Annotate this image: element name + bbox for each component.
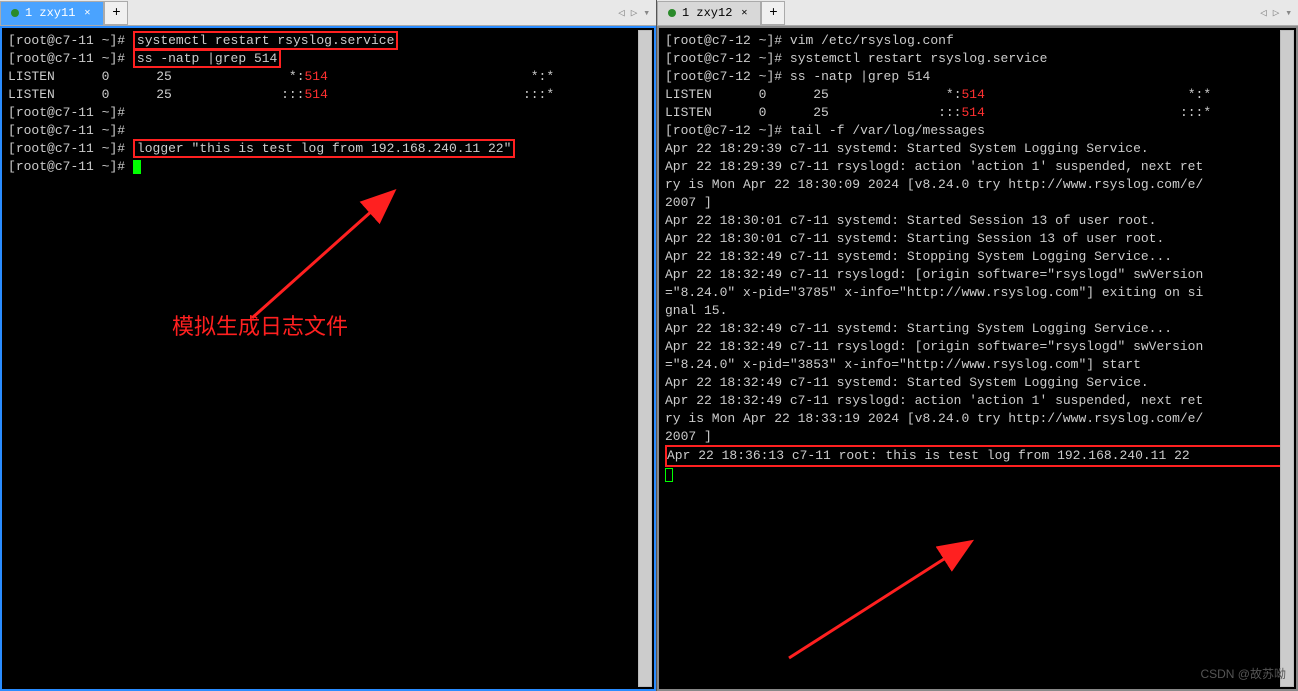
tab-status-dot-icon xyxy=(11,9,19,17)
terminal-line: [root@c7-11 ~]# xyxy=(8,158,648,176)
tab-next-icon[interactable]: ▷ xyxy=(1271,4,1282,22)
log-line: Apr 22 18:29:39 c7-11 systemd: Started S… xyxy=(665,140,1290,158)
highlight-cmd-ss: ss -natp |grep 514 xyxy=(133,49,281,68)
terminal-line: [root@c7-11 ~]# xyxy=(8,122,648,140)
log-line: ry is Mon Apr 22 18:30:09 2024 [v8.24.0 … xyxy=(665,176,1290,194)
log-line: ="8.24.0" x-pid="3853" x-info="http://ww… xyxy=(665,356,1290,374)
right-pane: 1 zxy12 ✕ + ◁ ▷ ▾ [root@c7-12 ~]# vim /e… xyxy=(657,0,1298,691)
terminal-line xyxy=(665,466,1290,484)
tab-bar-left: 1 zxy11 ✕ + ◁ ▷ ▾ xyxy=(0,0,656,26)
ss-row: LISTEN 0 25 :::514 :::* xyxy=(665,104,1290,122)
terminal-line: [root@c7-11 ~]# ss -natp |grep 514 xyxy=(8,50,648,68)
tab-close-icon[interactable]: ✕ xyxy=(738,7,750,19)
log-line: Apr 22 18:32:49 c7-11 rsyslogd: [origin … xyxy=(665,338,1290,356)
tab-nav-right: ◁ ▷ ▾ xyxy=(1258,4,1294,22)
scrollbar-vertical[interactable] xyxy=(1280,30,1294,687)
tab-menu-icon[interactable]: ▾ xyxy=(641,4,652,22)
tab-label: 1 zxy11 xyxy=(25,6,75,20)
terminal-line: [root@c7-12 ~]# ss -natp |grep 514 xyxy=(665,68,1290,86)
log-line: Apr 22 18:32:49 c7-11 rsyslogd: [origin … xyxy=(665,266,1290,284)
log-line: 2007 ] xyxy=(665,194,1290,212)
annotation-label: 模拟生成日志文件 xyxy=(172,318,348,336)
cursor-icon xyxy=(133,160,141,174)
left-pane: 1 zxy11 ✕ + ◁ ▷ ▾ [root@c7-11 ~]# system… xyxy=(0,0,657,691)
terminal-line: [root@c7-11 ~]# systemctl restart rsyslo… xyxy=(8,32,648,50)
ss-row: LISTEN 0 25 *:514 *:* xyxy=(8,68,648,86)
terminal-right[interactable]: [root@c7-12 ~]# vim /etc/rsyslog.conf [r… xyxy=(657,26,1298,691)
log-line: Apr 22 18:32:49 c7-11 systemd: Started S… xyxy=(665,374,1290,392)
arrow-icon xyxy=(232,178,412,328)
cursor-outline-icon xyxy=(665,468,673,482)
highlight-cmd-restart: systemctl restart rsyslog.service xyxy=(133,31,398,50)
log-line: gnal 15. xyxy=(665,302,1290,320)
log-line: Apr 22 18:32:49 c7-11 systemd: Stopping … xyxy=(665,248,1290,266)
terminal-line: [root@c7-11 ~]# xyxy=(8,104,648,122)
ss-row: LISTEN 0 25 *:514 *:* xyxy=(665,86,1290,104)
tab-add-button[interactable]: + xyxy=(104,1,128,25)
tab-menu-icon[interactable]: ▾ xyxy=(1283,4,1294,22)
log-line: Apr 22 18:32:49 c7-11 systemd: Starting … xyxy=(665,320,1290,338)
arrow-icon xyxy=(769,528,989,668)
scrollbar-thumb[interactable] xyxy=(639,31,651,686)
tab-zxy12[interactable]: 1 zxy12 ✕ xyxy=(657,1,761,25)
log-output: Apr 22 18:29:39 c7-11 systemd: Started S… xyxy=(665,140,1290,446)
ss-row: LISTEN 0 25 :::514 :::* xyxy=(8,86,648,104)
terminal-left[interactable]: [root@c7-11 ~]# systemctl restart rsyslo… xyxy=(0,26,656,691)
scrollbar-thumb[interactable] xyxy=(1281,31,1293,686)
tab-next-icon[interactable]: ▷ xyxy=(629,4,640,22)
log-line: Apr 22 18:29:39 c7-11 rsyslogd: action '… xyxy=(665,158,1290,176)
terminal-line: [root@c7-12 ~]# systemctl restart rsyslo… xyxy=(665,50,1290,68)
terminal-line: [root@c7-12 ~]# vim /etc/rsyslog.conf xyxy=(665,32,1290,50)
tab-zxy11[interactable]: 1 zxy11 ✕ xyxy=(0,1,104,25)
tab-prev-icon[interactable]: ◁ xyxy=(1258,4,1269,22)
tab-close-icon[interactable]: ✕ xyxy=(81,7,93,19)
log-line: ="8.24.0" x-pid="3785" x-info="http://ww… xyxy=(665,284,1290,302)
terminal-line: [root@c7-12 ~]# tail -f /var/log/message… xyxy=(665,122,1290,140)
highlight-log-line: Apr 22 18:36:13 c7-11 root: this is test… xyxy=(665,445,1290,467)
tab-bar-right: 1 zxy12 ✕ + ◁ ▷ ▾ xyxy=(657,0,1298,26)
scrollbar-vertical[interactable] xyxy=(638,30,652,687)
watermark: CSDN @故苏呦 xyxy=(1200,665,1286,683)
tab-status-dot-icon xyxy=(668,9,676,17)
log-line: 2007 ] xyxy=(665,428,1290,446)
terminal-line: [root@c7-11 ~]# logger "this is test log… xyxy=(8,140,648,158)
log-line: ry is Mon Apr 22 18:33:19 2024 [v8.24.0 … xyxy=(665,410,1290,428)
log-line: Apr 22 18:30:01 c7-11 systemd: Starting … xyxy=(665,230,1290,248)
log-line: Apr 22 18:32:49 c7-11 rsyslogd: action '… xyxy=(665,392,1290,410)
tab-prev-icon[interactable]: ◁ xyxy=(616,4,627,22)
tab-add-button[interactable]: + xyxy=(761,1,785,25)
tab-nav-left: ◁ ▷ ▾ xyxy=(616,4,652,22)
log-line: Apr 22 18:30:01 c7-11 systemd: Started S… xyxy=(665,212,1290,230)
tab-label: 1 zxy12 xyxy=(682,6,732,20)
highlight-cmd-logger: logger "this is test log from 192.168.24… xyxy=(133,139,515,158)
